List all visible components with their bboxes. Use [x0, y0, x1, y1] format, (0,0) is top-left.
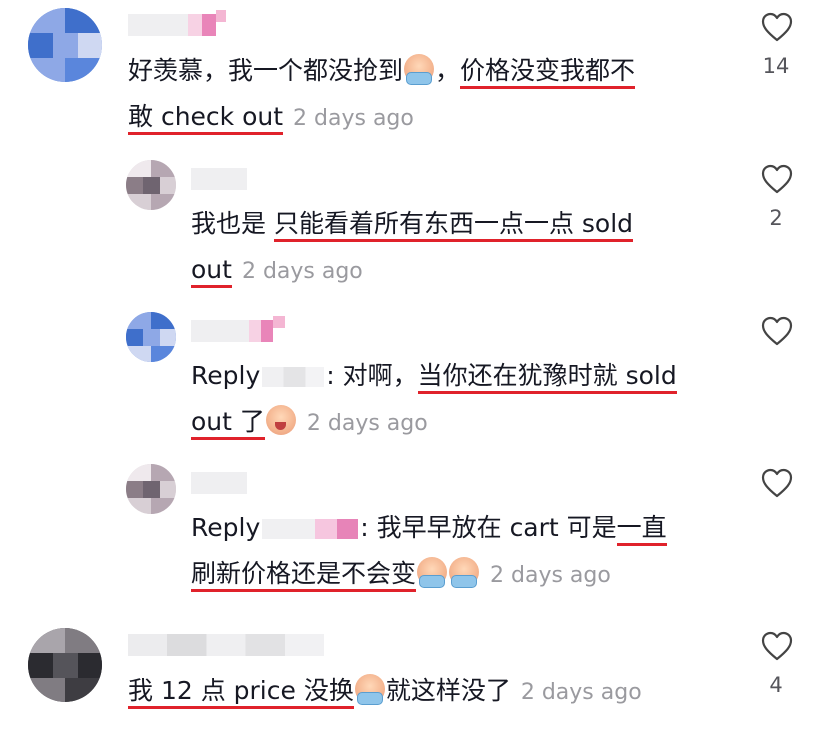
- comment-text: Reply: 对啊，当你还在犹豫时就 sold: [191, 353, 677, 399]
- mentioned-user-redacted[interactable]: [262, 367, 325, 387]
- crying-face-icon: [449, 557, 480, 588]
- comment-text-line2: 敢 check out 2 days ago: [128, 94, 414, 142]
- comment-text-line2: out 2 days ago: [191, 247, 363, 295]
- heart-icon[interactable]: [761, 631, 793, 661]
- crying-face-icon: [404, 54, 435, 85]
- avatar[interactable]: [126, 160, 176, 210]
- crying-face-icon: [265, 405, 296, 435]
- comment-text: 我 12 点 price 没换 就这样没了 2 days ago: [128, 668, 642, 716]
- heart-icon[interactable]: [761, 316, 793, 346]
- timestamp: 2 days ago: [306, 411, 428, 436]
- username-redacted[interactable]: [191, 316, 285, 346]
- mentioned-user-redacted[interactable]: [262, 519, 359, 539]
- reply-label: Reply: [191, 361, 261, 390]
- comment-text: 我也是 只能看着所有东西一点一点 sold: [191, 201, 634, 247]
- timestamp: 2 days ago: [520, 680, 642, 705]
- heart-icon[interactable]: [761, 164, 793, 194]
- reply-label: Reply: [191, 513, 261, 542]
- comment-text-line2: 刷新价格还是不会变 2 days ago: [191, 551, 611, 599]
- timestamp: 2 days ago: [241, 259, 363, 284]
- timestamp: 2 days ago: [490, 563, 611, 588]
- like-count: 4: [769, 673, 783, 697]
- heart-icon[interactable]: [761, 468, 793, 498]
- username-redacted[interactable]: [191, 164, 247, 194]
- username-redacted[interactable]: [128, 10, 226, 40]
- comment-text: 好羡慕，我一个都没抢到 ，价格没变我都不: [128, 48, 636, 94]
- crying-face-icon: [417, 557, 448, 588]
- avatar[interactable]: [28, 8, 102, 82]
- username-redacted[interactable]: [191, 468, 247, 498]
- avatar[interactable]: [126, 312, 176, 362]
- username-redacted[interactable]: [128, 630, 324, 660]
- like-count: 14: [762, 54, 790, 78]
- like-count: 2: [769, 206, 783, 230]
- crying-face-icon: [354, 674, 385, 705]
- heart-icon[interactable]: [761, 12, 793, 42]
- timestamp: 2 days ago: [293, 106, 414, 131]
- comment-text: Reply: 我早早放在 cart 可是一直: [191, 505, 667, 551]
- avatar[interactable]: [28, 628, 102, 702]
- comment-text-line2: out 了2 days ago: [191, 399, 428, 447]
- avatar[interactable]: [126, 464, 176, 514]
